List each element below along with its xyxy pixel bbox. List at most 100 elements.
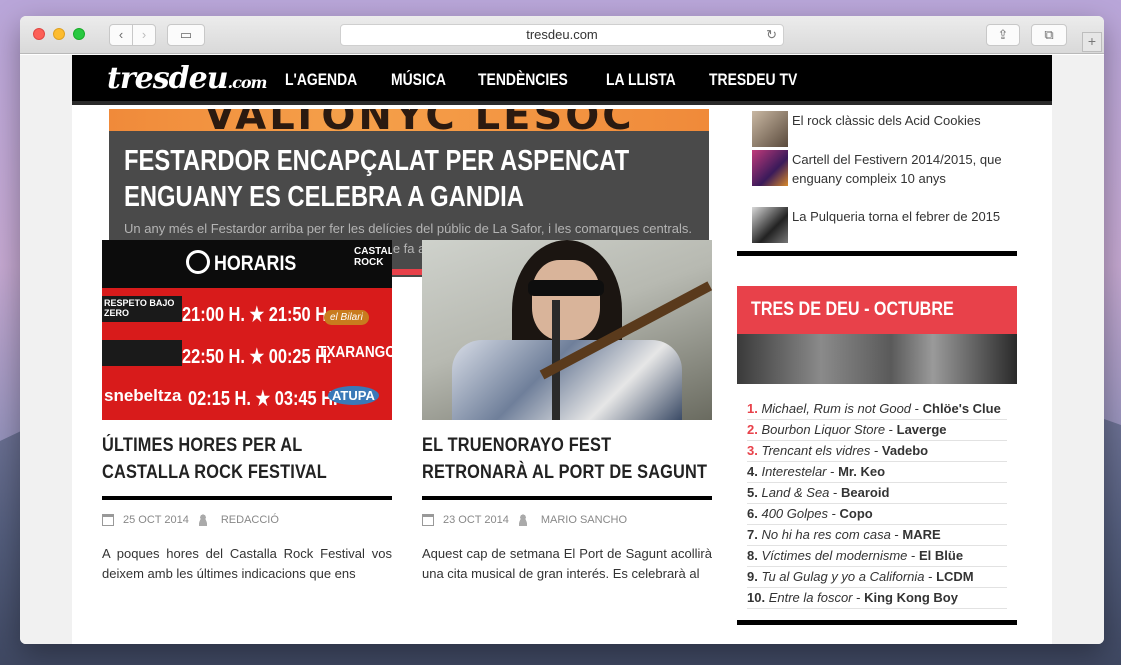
top10-header: TRES DE DEU - OCTUBRE bbox=[737, 286, 1017, 334]
show-tabs-button[interactable]: ⧉ bbox=[1031, 24, 1067, 46]
article-date: 25 OCT 2014 bbox=[123, 514, 189, 526]
top10-artist: Chlöe's Clue bbox=[922, 401, 1001, 416]
article-thumbnail[interactable]: HORARIS CASTALLA ROCK RESPETO BAJO ZERO … bbox=[102, 240, 392, 420]
top10-song: Land & Sea bbox=[761, 485, 830, 500]
top10-rank: 2. bbox=[747, 422, 762, 437]
top10-artist: MARE bbox=[902, 527, 941, 542]
share-button[interactable]: ⇪ bbox=[986, 24, 1020, 46]
thumb-times: 02:15 H. ★ 03:45 H. bbox=[188, 388, 338, 410]
top10-artist: El Blüe bbox=[918, 548, 964, 563]
menu-item-la-llista[interactable]: LA LLISTA bbox=[606, 70, 676, 90]
article-title[interactable]: ÚLTIMES HORES PER AL CASTALLA ROCK FESTI… bbox=[102, 432, 392, 486]
minimize-window-button[interactable] bbox=[53, 28, 65, 40]
thumb-band-left: RESPETO BAJO ZERO bbox=[102, 296, 182, 322]
article-author[interactable]: REDACCIÓ bbox=[221, 514, 279, 526]
logo-suffix: .com bbox=[227, 73, 268, 92]
slider-title[interactable]: FESTARDOR ENCAPÇALAT PER ASPENCAT ENGUAN… bbox=[124, 143, 690, 215]
top10-artist: Laverge bbox=[896, 422, 947, 437]
top10-song: Tu al Gulag y yo a California bbox=[761, 569, 925, 584]
divider bbox=[102, 496, 392, 500]
maximize-window-button[interactable] bbox=[73, 28, 85, 40]
top10-artist: Vadebo bbox=[881, 443, 929, 458]
calendar-icon bbox=[422, 514, 434, 526]
article-card: EL TRUENORAYO FEST RETRONARÀ AL PORT DE … bbox=[422, 240, 712, 584]
top10-song: Víctimes del modernisme bbox=[761, 548, 908, 563]
top10-image bbox=[737, 334, 1017, 384]
reload-icon[interactable]: ↻ bbox=[766, 25, 777, 45]
thumb-logo: CASTALLA ROCK bbox=[354, 246, 392, 268]
top10-rank: 1. bbox=[747, 401, 762, 416]
top10-separator: - bbox=[852, 590, 865, 605]
top10-item[interactable]: 1. Michael, Rum is not Good - Chlöe's Cl… bbox=[747, 399, 1007, 420]
top10-rank: 9. bbox=[747, 569, 762, 584]
photo-shape bbox=[528, 280, 604, 296]
calendar-icon bbox=[102, 514, 114, 526]
browser-window: ‹ › ▭ tresdeu.com ↻ ⇪ ⧉ + tresdeu.com L'… bbox=[20, 16, 1104, 644]
slider-image[interactable]: VALTONYC LESOC bbox=[109, 109, 709, 131]
recent-post-title[interactable]: La Pulqueria torna el febrer de 2015 bbox=[792, 207, 1022, 226]
address-bar[interactable]: tresdeu.com ↻ bbox=[340, 24, 784, 46]
user-icon bbox=[196, 514, 209, 526]
top10-item[interactable]: 2. Bourbon Liquor Store - Laverge bbox=[747, 420, 1007, 441]
top10-item[interactable]: 8. Víctimes del modernisme - El Blüe bbox=[747, 546, 1007, 567]
divider bbox=[737, 251, 1017, 256]
forward-button[interactable]: › bbox=[132, 24, 156, 46]
menu-item-agenda[interactable]: L'AGENDA bbox=[285, 70, 357, 90]
top10-artist: LCDM bbox=[936, 569, 974, 584]
web-viewport: tresdeu.com L'AGENDA MÚSICA TENDÈNCIES L… bbox=[20, 55, 1104, 644]
browser-toolbar: ‹ › ▭ tresdeu.com ↻ ⇪ ⧉ + bbox=[20, 16, 1104, 54]
recent-post-thumbnail[interactable] bbox=[752, 150, 788, 186]
thumb-heading: HORARIS bbox=[214, 252, 297, 275]
thumb-times: 21:00 H. ★ 21:50 H. bbox=[182, 304, 332, 326]
thumb-band-left bbox=[102, 340, 182, 366]
photo-shape bbox=[532, 260, 600, 340]
site-logo[interactable]: tresdeu.com bbox=[107, 61, 268, 96]
sidebar-toggle-button[interactable]: ▭ bbox=[167, 24, 205, 46]
top10-song: No hi ha res com casa bbox=[761, 527, 891, 542]
article-meta: 23 OCT 2014 MARIO SANCHO bbox=[422, 514, 712, 526]
thumb-band-left: snebeltza bbox=[104, 386, 182, 405]
divider bbox=[422, 496, 712, 500]
recent-post-title[interactable]: El rock clàssic dels Acid Cookies bbox=[792, 111, 1022, 130]
top10-title: TRES DE DEU - OCTUBRE bbox=[751, 299, 954, 320]
top10-item[interactable]: 9. Tu al Gulag y yo a California - LCDM bbox=[747, 567, 1007, 588]
top10-song: Bourbon Liquor Store bbox=[761, 422, 886, 437]
top10-artist: King Kong Boy bbox=[864, 590, 958, 605]
top10-rank: 8. bbox=[747, 548, 762, 563]
article-author[interactable]: MARIO SANCHO bbox=[541, 514, 627, 526]
top10-rank: 10. bbox=[747, 590, 769, 605]
top10-rank: 5. bbox=[747, 485, 762, 500]
article-meta: 25 OCT 2014 REDACCIÓ bbox=[102, 514, 392, 526]
photo-shape bbox=[452, 340, 682, 420]
top10-rank: 6. bbox=[747, 506, 762, 521]
thumb-times: 22:50 H. ★ 00:25 H. bbox=[182, 346, 332, 368]
slider-image-text: VALTONYC LESOC bbox=[204, 109, 635, 131]
top10-item[interactable]: 5. Land & Sea - Bearoid bbox=[747, 483, 1007, 504]
menu-item-tresdeu-tv[interactable]: TRESDEU TV bbox=[709, 70, 797, 90]
new-tab-button[interactable]: + bbox=[1082, 32, 1102, 52]
clock-icon bbox=[186, 250, 210, 274]
top10-separator: - bbox=[826, 464, 839, 479]
top10-rank: 3. bbox=[747, 443, 762, 458]
menu-item-tendencies[interactable]: TENDÈNCIES bbox=[478, 70, 568, 90]
top10-item[interactable]: 10. Entre la foscor - King Kong Boy bbox=[747, 588, 1007, 609]
top10-separator: - bbox=[870, 443, 882, 458]
top10-item[interactable]: 6. 400 Golpes - Copo bbox=[747, 504, 1007, 525]
menu-item-musica[interactable]: MÚSICA bbox=[391, 70, 446, 90]
top10-item[interactable]: 3. Trencant els vidres - Vadebo bbox=[747, 441, 1007, 462]
thumb-band-right: el Bilari bbox=[324, 310, 369, 325]
article-title[interactable]: EL TRUENORAYO FEST RETRONARÀ AL PORT DE … bbox=[422, 432, 712, 486]
top10-rank: 7. bbox=[747, 527, 762, 542]
recent-post-thumbnail[interactable] bbox=[752, 111, 788, 147]
top10-song: Michael, Rum is not Good bbox=[761, 401, 912, 416]
recent-post-title[interactable]: Cartell del Festivern 2014/2015, que eng… bbox=[792, 150, 1022, 188]
back-button[interactable]: ‹ bbox=[109, 24, 133, 46]
top10-artist: Bearoid bbox=[840, 485, 890, 500]
top10-item[interactable]: 7. No hi ha res com casa - MARE bbox=[747, 525, 1007, 546]
top10-song: Entre la foscor bbox=[768, 590, 853, 605]
top10-item[interactable]: 4. Interestelar - Mr. Keo bbox=[747, 462, 1007, 483]
top10-separator: - bbox=[885, 422, 897, 437]
recent-post-thumbnail[interactable] bbox=[752, 207, 788, 243]
article-thumbnail[interactable] bbox=[422, 240, 712, 420]
close-window-button[interactable] bbox=[33, 28, 45, 40]
